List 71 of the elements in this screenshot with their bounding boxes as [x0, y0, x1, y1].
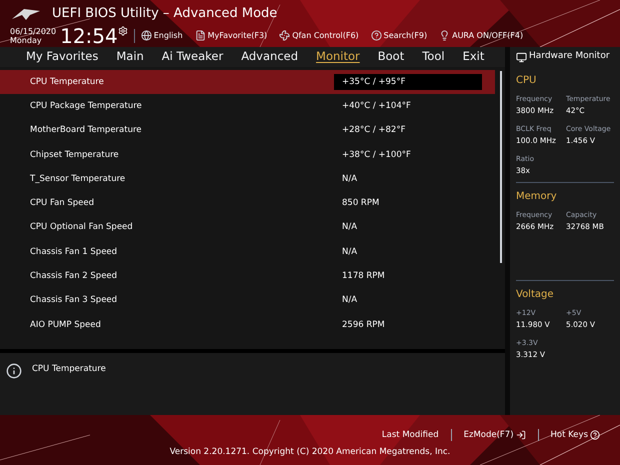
setting-label: MotherBoard Temperature: [29, 124, 143, 137]
scrollbar[interactable]: [500, 70, 502, 263]
setting-row[interactable]: CPU Optional Fan Speed N/A: [0, 216, 495, 240]
setting-row[interactable]: Chipset Temperature +38°C / +100°F: [0, 142, 495, 168]
section-title: Voltage: [516, 288, 555, 302]
setting-row[interactable]: Chassis Fan 1 Speed N/A: [0, 240, 495, 264]
menu-tab[interactable]: Tool: [422, 48, 445, 66]
setting-row[interactable]: CPU Temperature +35°C / +95°F: [0, 70, 495, 94]
light-icon: [439, 30, 450, 41]
setting-row[interactable]: Chassis Fan 2 Speed 1178 RPM: [0, 264, 495, 289]
setting-value: N/A: [341, 246, 358, 259]
setting-row[interactable]: CPU Package Temperature +40°C / +104°F: [0, 94, 495, 118]
setting-value: 850 RPM: [341, 197, 380, 210]
exit-icon: [516, 430, 526, 440]
help-icon: [590, 430, 600, 440]
setting-value: 1178 RPM: [341, 270, 386, 284]
toolbar-button[interactable]: Search(F9): [370, 30, 428, 42]
toolbar-button[interactable]: English: [140, 30, 183, 42]
setting-value: +35°C / +95°F: [334, 74, 482, 90]
footer-button[interactable]: EzMode(F7): [464, 429, 526, 442]
menu-tab[interactable]: Boot: [378, 48, 404, 66]
setting-label: CPU Temperature: [29, 76, 105, 88]
menu-tab[interactable]: Monitor: [316, 48, 360, 66]
setting-row[interactable]: T_Sensor Temperature N/A: [0, 167, 495, 192]
menu-tab[interactable]: Advanced: [241, 48, 298, 66]
date-text: 06/15/2020: [10, 26, 56, 36]
toolbar-button[interactable]: Qfan Control(F6): [279, 30, 359, 42]
section-title: CPU: [516, 74, 538, 88]
settings-icon[interactable]: [118, 26, 128, 36]
toolbar-button[interactable]: MyFavorite(F3): [194, 30, 268, 42]
document-icon: [194, 30, 206, 41]
setting-label: CPU Package Temperature: [29, 100, 143, 113]
logo-icon: [10, 6, 42, 21]
section-title: Memory: [516, 190, 558, 204]
setting-label: Chassis Fan 1 Speed: [29, 246, 118, 258]
setting-row[interactable]: AIO PUMP Speed 2596 RPM: [0, 312, 495, 338]
fan-icon: [279, 30, 290, 41]
setting-value: 2596 RPM: [341, 318, 386, 332]
footer-button[interactable]: Last Modified: [382, 429, 439, 442]
menu-tab[interactable]: Main: [116, 48, 144, 66]
globe-icon: [140, 30, 152, 41]
setting-label: CPU Optional Fan Speed: [29, 221, 134, 234]
setting-value: N/A: [341, 221, 358, 234]
help-text: CPU Temperature: [32, 363, 106, 376]
monitor-icon: [516, 52, 527, 62]
setting-value: +28°C / +82°F: [341, 124, 406, 138]
menu-tab[interactable]: Exit: [462, 48, 484, 66]
setting-label: AIO PUMP Speed: [29, 318, 102, 332]
setting-row[interactable]: MotherBoard Temperature +28°C / +82°F: [0, 118, 495, 143]
clock-text: 12:54: [60, 24, 118, 46]
setting-label: Chassis Fan 3 Speed: [29, 294, 118, 308]
menu-tab[interactable]: My Favorites: [26, 48, 98, 66]
setting-value: N/A: [341, 294, 358, 308]
setting-label: T_Sensor Temperature: [29, 172, 126, 186]
setting-value: +40°C / +104°F: [341, 100, 412, 113]
footer-button[interactable]: Hot Keys: [550, 429, 600, 442]
copyright-text: Version 2.20.1271. Copyright (C) 2020 American Megatrends, Inc.: [170, 446, 450, 458]
day-text: Monday: [10, 36, 43, 44]
setting-label: Chipset Temperature: [29, 148, 120, 162]
panel-title: Hardware Monitor: [529, 50, 610, 64]
setting-label: CPU Fan Speed: [29, 197, 96, 210]
setting-value: N/A: [341, 172, 358, 186]
toolbar-button[interactable]: AURA ON/OFF(F4): [439, 30, 524, 42]
menu-tab[interactable]: Ai Tweaker: [162, 48, 224, 66]
window-title: UEFI BIOS Utility – Advanced Mode: [52, 5, 278, 23]
setting-value: +38°C / +100°F: [341, 148, 412, 162]
question-icon: [370, 30, 382, 41]
setting-label: Chassis Fan 2 Speed: [29, 270, 118, 283]
setting-row[interactable]: Chassis Fan 3 Speed N/A: [0, 288, 495, 313]
setting-row[interactable]: CPU Fan Speed 850 RPM: [0, 191, 495, 216]
info-icon: [6, 363, 22, 380]
